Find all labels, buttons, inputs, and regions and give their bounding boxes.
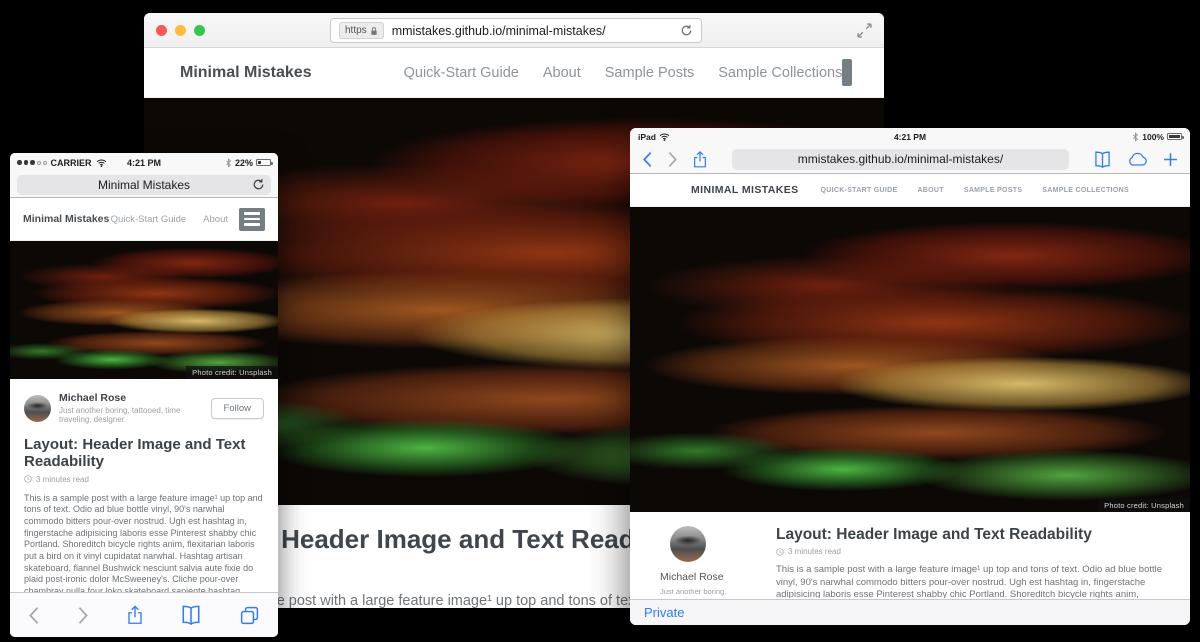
iphone-safari-window: CARRIER 4:21 PM 22% Minimal Mistakes Min… [10, 153, 278, 637]
article-paragraph: This is a sample post with a large featu… [776, 564, 1174, 598]
zoom-window-button[interactable] [194, 25, 205, 36]
ipad-status-bar: iPad 4:21 PM 100% [630, 128, 1190, 145]
battery-percent-text: 22% [235, 158, 253, 168]
read-time-text: 3 minutes read [788, 547, 841, 556]
menu-toggle-button[interactable] [842, 59, 852, 86]
site-nav-links: QUICK-START GUIDE ABOUT SAMPLE POSTS SAM… [821, 187, 1129, 194]
private-browsing-bar: Private [630, 599, 1190, 625]
nav-link-about[interactable]: About [203, 214, 228, 225]
author-avatar [670, 526, 706, 562]
author-bio: Just another boring, tattooed, [660, 587, 750, 598]
ipad-status-right: 100% [1132, 132, 1182, 142]
https-badge: https [339, 22, 384, 39]
author-sidebar: Michael Rose Just another boring, tattoo… [646, 526, 750, 598]
article-title: Layout: Header Image and Text Readabilit… [776, 526, 1174, 544]
nav-link-quick-start-guide[interactable]: Quick-Start Guide [111, 214, 187, 225]
battery-icon [256, 159, 271, 166]
back-button[interactable] [28, 606, 40, 625]
battery-icon [1167, 133, 1182, 140]
address-bar[interactable]: https mmistakes.github.io/minimal-mistak… [330, 18, 702, 43]
site-title-link[interactable]: Minimal Mistakes [23, 213, 109, 225]
iphone-site-masthead: Minimal Mistakes Quick-Start Guide About [10, 198, 278, 241]
site-title-link[interactable]: MINIMAL MISTAKES [691, 184, 799, 196]
fullscreen-icon[interactable] [857, 23, 872, 38]
photo-credit-badge: Photo credit: Unsplash [1098, 499, 1190, 512]
site-title-link[interactable]: Minimal Mistakes [180, 64, 312, 82]
clock-icon [24, 475, 32, 483]
nav-link-about[interactable]: ABOUT [917, 187, 943, 194]
bookmarks-button[interactable] [180, 605, 202, 625]
ipad-safari-toolbar: mmistakes.github.io/minimal-mistakes/ [630, 145, 1190, 174]
article-paragraph: This is a sample post with a large featu… [24, 493, 264, 593]
url-text: mmistakes.github.io/minimal-mistakes/ [392, 24, 680, 38]
reload-icon[interactable] [680, 24, 693, 37]
lock-icon [370, 26, 378, 36]
reload-icon[interactable] [252, 178, 265, 191]
author-bio: Just another boring, tattooed, time trav… [59, 406, 211, 424]
site-nav-links: Quick-Start Guide About Sample Posts Sam… [404, 65, 843, 81]
iphone-status-right: 22% [225, 158, 271, 168]
forward-button[interactable] [667, 151, 678, 168]
read-time-meta: 3 minutes read [776, 547, 1174, 556]
iphone-status-bar: CARRIER 4:21 PM 22% [10, 153, 278, 172]
minimize-window-button[interactable] [175, 25, 186, 36]
nav-link-about[interactable]: About [543, 65, 581, 81]
private-button[interactable]: Private [644, 605, 684, 620]
ipad-article: Michael Rose Just another boring, tattoo… [630, 512, 1190, 598]
nav-link-quick-start-guide[interactable]: QUICK-START GUIDE [821, 187, 898, 194]
follow-button[interactable]: Follow [211, 398, 264, 419]
close-window-button[interactable] [156, 25, 167, 36]
nav-link-sample-posts[interactable]: SAMPLE POSTS [964, 187, 1022, 194]
author-row: Michael Rose Just another boring, tattoo… [24, 392, 264, 424]
site-nav-links: Quick-Start Guide About [111, 214, 228, 225]
nav-link-quick-start-guide[interactable]: Quick-Start Guide [404, 65, 519, 81]
menu-toggle-button[interactable] [239, 208, 265, 231]
article-title: Layout: Header Image and Text Readabilit… [24, 436, 264, 471]
clock-icon [776, 548, 784, 556]
site-masthead: Minimal Mistakes Quick-Start Guide About… [144, 48, 884, 98]
author-name: Michael Rose [660, 571, 724, 583]
feature-image: Photo credit: Unsplash [10, 241, 278, 379]
author-meta: Michael Rose Just another boring, tattoo… [59, 392, 211, 424]
ipad-site-masthead: MINIMAL MISTAKES QUICK-START GUIDE ABOUT… [630, 174, 1190, 207]
author-name: Michael Rose [59, 392, 211, 404]
back-button[interactable] [642, 151, 653, 168]
share-button[interactable] [126, 604, 144, 626]
ipad-safari-window: iPad 4:21 PM 100% mmistakes.github.io/mi… [630, 128, 1190, 625]
iphone-safari-toolbar [10, 592, 278, 637]
article-body-column: Layout: Header Image and Text Readabilit… [750, 526, 1174, 598]
feature-image: Photo credit: Unsplash [630, 207, 1190, 512]
tabs-button[interactable] [239, 605, 260, 626]
share-button[interactable] [692, 150, 708, 169]
photo-credit-badge: Photo credit: Unsplash [186, 366, 278, 379]
read-time-meta: 3 minutes read [24, 475, 264, 484]
composite-canvas: https mmistakes.github.io/minimal-mistak… [0, 0, 1200, 642]
nav-link-sample-collections[interactable]: SAMPLE COLLECTIONS [1042, 187, 1129, 194]
https-label: https [345, 25, 367, 36]
browser-titlebar: https mmistakes.github.io/minimal-mistak… [144, 13, 884, 48]
bluetooth-icon [225, 158, 232, 168]
icloud-tabs-button[interactable] [1126, 151, 1149, 167]
read-time-text: 3 minutes read [36, 475, 89, 484]
iphone-url-bar: Minimal Mistakes [10, 172, 278, 198]
window-controls [156, 25, 205, 36]
ipad-address-bar[interactable]: mmistakes.github.io/minimal-mistakes/ [732, 149, 1069, 170]
nav-link-sample-posts[interactable]: Sample Posts [605, 65, 694, 81]
status-clock: 4:21 PM [630, 132, 1190, 142]
battery-percent-text: 100% [1142, 132, 1164, 142]
new-tab-button[interactable] [1163, 152, 1178, 167]
iphone-address-field[interactable]: Minimal Mistakes [17, 175, 271, 195]
url-text: mmistakes.github.io/minimal-mistakes/ [798, 152, 1003, 166]
nav-link-sample-collections[interactable]: Sample Collections [718, 65, 842, 81]
url-field-text: Minimal Mistakes [98, 178, 190, 192]
bluetooth-icon [1132, 132, 1139, 142]
reading-list-button[interactable] [1093, 151, 1112, 168]
iphone-article: Michael Rose Just another boring, tattoo… [10, 379, 278, 592]
author-avatar [24, 395, 51, 422]
forward-button[interactable] [77, 606, 89, 625]
